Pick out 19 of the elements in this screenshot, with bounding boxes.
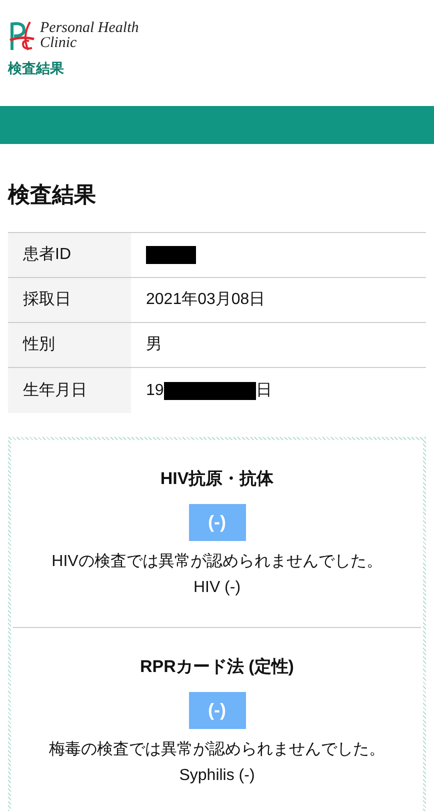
info-label: 生年月日 (8, 368, 131, 414)
result-title: RPRカード法 (定性) (140, 656, 294, 678)
result-badge: (-) (188, 504, 246, 542)
result-badge: (-) (188, 692, 246, 730)
logo-icon (8, 20, 36, 52)
info-label: 患者ID (8, 233, 131, 278)
info-value: 男 (146, 335, 162, 356)
result-title: HIV抗原・抗体 (160, 468, 274, 490)
logo-text: Personal Health (40, 21, 139, 36)
page-title: 検査結果 (8, 182, 97, 208)
result-description: HIVの検査では異常が認められませんでした。HIV (-) (50, 552, 384, 598)
info-value: 2021年03月08日 (146, 290, 266, 310)
info-label: 性別 (8, 323, 131, 368)
info-value: 日 (256, 380, 272, 401)
header-subtitle: 検査結果 (8, 59, 64, 78)
info-label: 採取日 (8, 278, 131, 322)
result-description: 梅毒の検査では異常が認められませんでした。Syphilis (-) (48, 740, 386, 786)
logo-text: Clinic (40, 36, 78, 51)
info-value: 19 (146, 380, 164, 401)
